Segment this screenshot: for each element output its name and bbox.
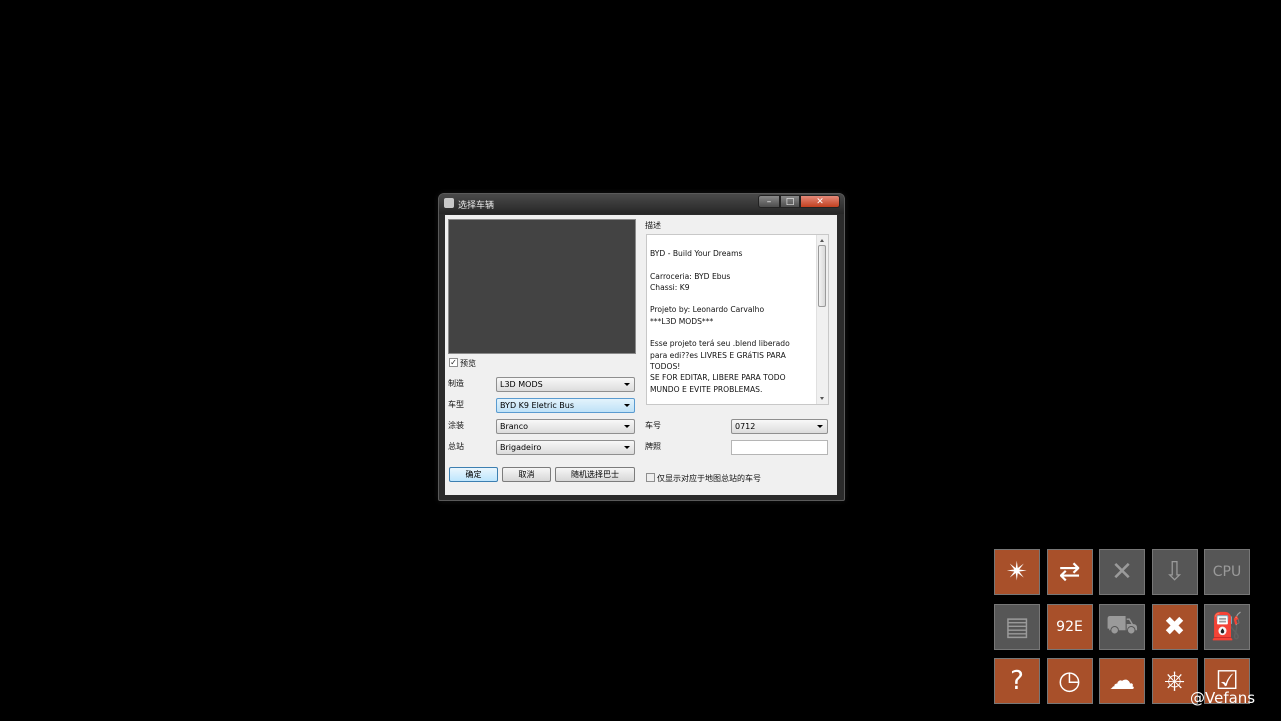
description-label: 描述 [645,221,661,230]
fleet-number-select[interactable]: 0712 [731,419,828,434]
select-vehicle-dialog: 选择车辆 – □ ✕ ✓ 预览 制造 L3D MODS 车型 BYD K9 El… [438,193,845,501]
depot-value: Brigadeiro [500,443,542,452]
random-bus-button[interactable]: 随机选择巴士 [555,467,635,482]
chevron-down-icon [624,425,630,428]
window-title: 选择车辆 [458,201,495,211]
ok-button[interactable]: 确定 [449,467,498,482]
only-depot-checkbox[interactable] [646,473,655,482]
livery-select[interactable]: Branco [496,419,635,434]
ticket-printer-icon[interactable]: ▤ [994,603,1040,650]
plate-label: 牌照 [645,442,661,451]
cancel-button[interactable]: 取消 [502,467,551,482]
traffic-car-icon[interactable]: ⛟ [1099,603,1145,650]
preview-label: 预览 [460,359,476,368]
manufacturer-label: 制造 [448,379,464,388]
model-value: BYD K9 Eletric Bus [500,401,575,410]
scroll-thumb[interactable] [818,245,826,307]
minimize-button[interactable]: – [758,195,780,208]
depot-label: 总站 [448,442,464,451]
chevron-down-icon [817,425,823,428]
bus-remove-icon[interactable]: ✕ [1099,549,1145,595]
plate-input[interactable] [731,440,828,455]
manufacturer-select[interactable]: L3D MODS [496,377,635,392]
vehicle-preview [448,219,636,354]
scroll-down-icon[interactable] [820,397,824,400]
scroll-up-icon[interactable] [820,239,824,242]
fuel-station-icon[interactable]: ⛽ [1204,603,1250,650]
watermark: @Vefans [1190,689,1256,707]
preview-checkbox[interactable]: ✓ [449,358,458,367]
help-icon[interactable]: ? [994,658,1040,704]
manufacturer-value: L3D MODS [500,380,543,389]
description-scrollbar[interactable] [816,235,828,404]
caption-buttons: – □ ✕ [758,195,840,209]
route-display-icon[interactable]: 92E [1046,603,1093,650]
cpu-bus-icon[interactable]: CPU [1204,549,1250,595]
close-button[interactable]: ✕ [800,195,840,208]
model-select[interactable]: BYD K9 Eletric Bus [496,398,635,413]
clock-icon[interactable]: ◷ [1046,658,1093,704]
bus-doors-icon[interactable]: ✴ [994,549,1040,595]
description-text: BYD - Build Your Dreams Carroceria: BYD … [650,249,790,394]
fleet-number-label: 车号 [645,421,661,430]
chevron-down-icon [624,383,630,386]
livery-value: Branco [500,422,529,431]
livery-label: 涂装 [448,421,464,430]
model-label: 车型 [448,400,464,409]
bus-swap-icon[interactable]: ⇄ [1046,549,1093,595]
depot-select[interactable]: Brigadeiro [496,440,635,455]
title-bar[interactable]: 选择车辆 – □ ✕ [439,194,844,214]
dialog-body: ✓ 预览 制造 L3D MODS 车型 BYD K9 Eletric Bus 涂… [445,215,837,495]
fleet-number-value: 0712 [735,422,756,431]
bus-arrow-down-icon[interactable]: ⇩ [1151,549,1198,595]
app-icon [444,198,454,208]
repair-tools-icon[interactable]: ✖ [1151,603,1198,650]
description-box[interactable]: BYD - Build Your Dreams Carroceria: BYD … [646,234,829,405]
only-depot-label: 仅显示对应于地图总站的车号 [657,474,761,483]
weather-icon[interactable]: ☁ [1099,658,1145,704]
maximize-button[interactable]: □ [780,195,800,208]
chevron-down-icon [624,404,630,407]
chevron-down-icon [624,446,630,449]
